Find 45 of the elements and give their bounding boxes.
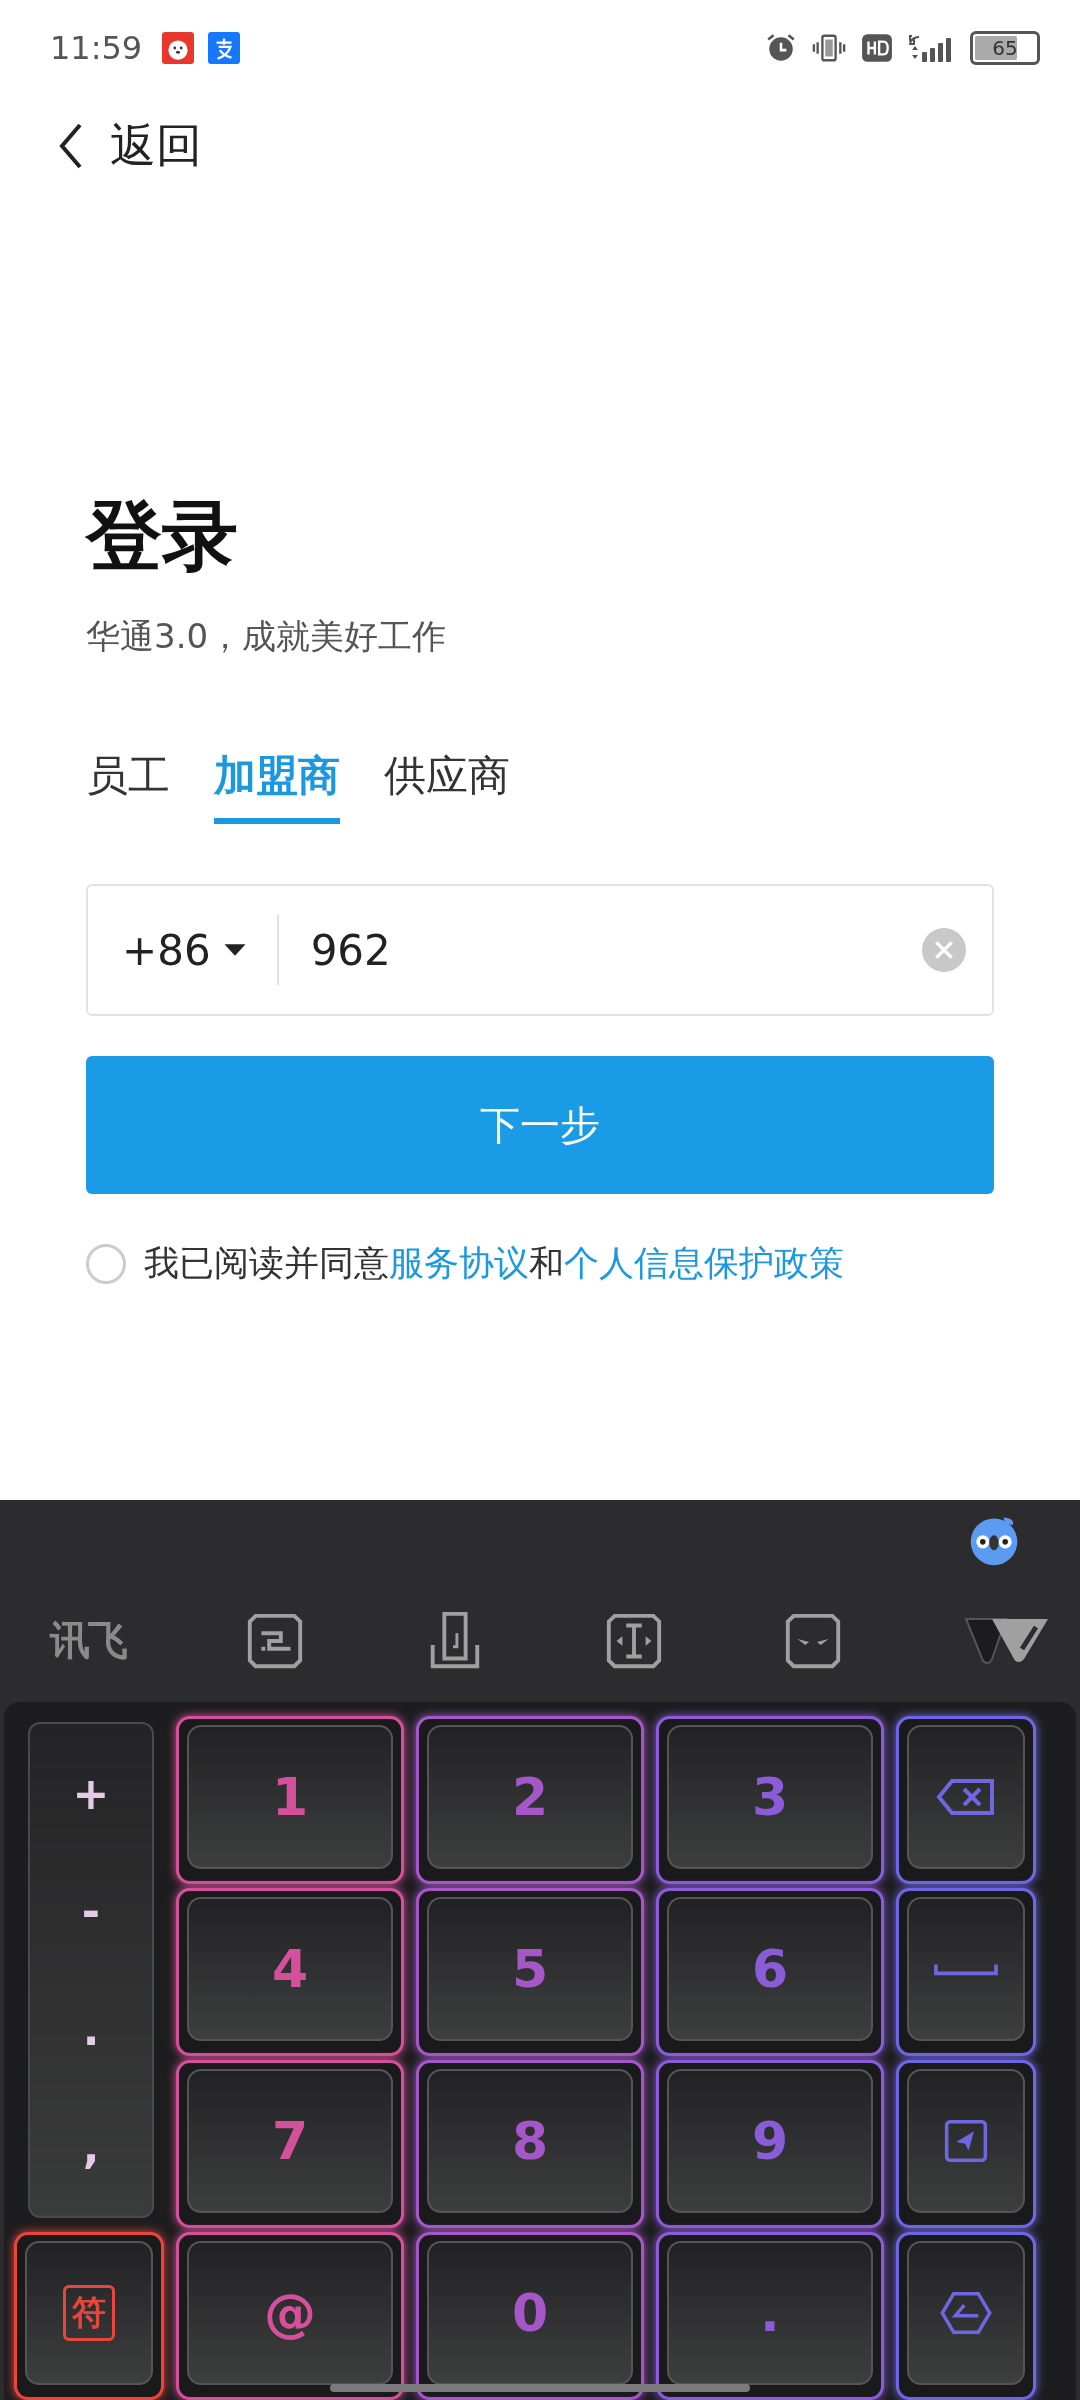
- payment-app-icon: [208, 32, 241, 64]
- dog-app-icon: [162, 32, 195, 64]
- space-key[interactable]: [907, 1897, 1025, 2041]
- role-tab[interactable]: 加盟商: [214, 748, 340, 824]
- symbols-key[interactable]: 符: [25, 2241, 153, 2385]
- caret-icon: [222, 943, 247, 957]
- country-code-dropdown[interactable]: +86: [122, 925, 247, 975]
- subtitle: 华通3.0，成就美好工作: [86, 615, 448, 658]
- symbol-key[interactable]: ,: [82, 2121, 100, 2173]
- privacy-policy-link[interactable]: 个人信息保护政策: [564, 1243, 844, 1283]
- key[interactable]: 9: [667, 2069, 873, 2213]
- role-tab[interactable]: 供应商: [384, 748, 510, 824]
- enter-key[interactable]: [907, 2241, 1025, 2385]
- key[interactable]: 0: [427, 2241, 633, 2385]
- backspace-key[interactable]: [907, 1725, 1025, 1869]
- symbol-key[interactable]: .: [82, 2003, 100, 2055]
- keyboard-logo[interactable]: 讯飞: [50, 1613, 126, 1669]
- page-title: 登录: [86, 490, 239, 582]
- hd-icon: [860, 32, 894, 64]
- key[interactable]: 1: [187, 1725, 393, 1869]
- symbol-key[interactable]: -: [81, 1885, 101, 1937]
- key[interactable]: 5: [427, 1897, 633, 2041]
- next-button[interactable]: 下一步: [86, 1056, 994, 1194]
- key[interactable]: 6: [667, 1897, 873, 2041]
- symbol-key[interactable]: +: [72, 1767, 110, 1819]
- back-button[interactable]: 返回: [56, 115, 202, 177]
- agreement-text: 我已阅读并同意服务协议和个人信息保护政策: [144, 1242, 844, 1285]
- key[interactable]: @: [187, 2241, 393, 2385]
- key[interactable]: 8: [427, 2069, 633, 2213]
- battery-level: 65: [992, 36, 1018, 60]
- space-bar-icon: [933, 1962, 999, 1976]
- vibrate-icon: [812, 32, 846, 64]
- symbol-column[interactable]: + - . ,: [28, 1722, 154, 2218]
- key[interactable]: 7: [187, 2069, 393, 2213]
- key[interactable]: .: [667, 2241, 873, 2385]
- send-key[interactable]: [907, 2069, 1025, 2213]
- status-time: 11:59: [50, 29, 143, 67]
- key[interactable]: 4: [187, 1897, 393, 2041]
- alarm-icon: [764, 32, 798, 64]
- phone-field[interactable]: +86 962: [86, 884, 994, 1016]
- service-agreement-link[interactable]: 服务协议: [389, 1243, 529, 1283]
- key[interactable]: 3: [667, 1725, 873, 1869]
- role-tab[interactable]: 员工: [86, 748, 170, 824]
- key[interactable]: 2: [427, 1725, 633, 1869]
- agreement-checkbox[interactable]: [86, 1243, 126, 1284]
